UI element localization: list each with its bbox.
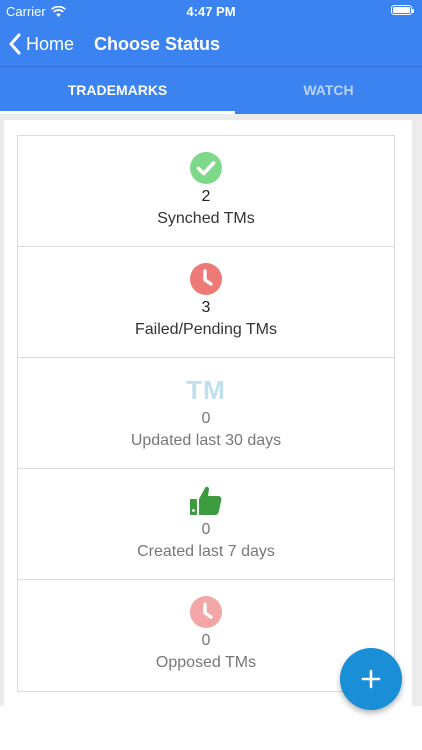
clock-icon <box>190 596 222 628</box>
status-count: 3 <box>201 299 211 316</box>
tab-watch[interactable]: WATCH <box>235 67 422 114</box>
back-button[interactable]: Home <box>8 22 74 66</box>
thumbs-up-icon <box>190 486 222 515</box>
check-circle-icon <box>190 152 222 184</box>
content-area: 2 Synched TMs 3 Failed/Pending TMs TM 0 <box>0 114 422 706</box>
status-card-created[interactable]: 0 Created last 7 days <box>18 469 394 580</box>
status-card-synched[interactable]: 2 Synched TMs <box>18 136 394 247</box>
status-list: 2 Synched TMs 3 Failed/Pending TMs TM 0 <box>17 135 395 692</box>
status-label: Updated last 30 days <box>130 432 282 449</box>
status-count: 0 <box>201 410 211 427</box>
battery-icon <box>391 5 414 15</box>
status-time: 4:47 PM <box>186 4 236 19</box>
bottom-area <box>0 706 422 750</box>
clock-icon <box>190 263 222 295</box>
status-count: 0 <box>201 632 211 649</box>
navigation-bar: Home Choose Status <box>0 22 422 66</box>
add-button[interactable] <box>340 648 402 710</box>
status-label: Created last 7 days <box>137 543 275 560</box>
back-label: Home <box>26 33 75 54</box>
chevron-left-icon <box>9 33 21 55</box>
tm-icon: TM <box>186 375 226 405</box>
status-card-failed-pending[interactable]: 3 Failed/Pending TMs <box>18 247 394 358</box>
status-card-updated[interactable]: TM 0 Updated last 30 days <box>18 358 394 469</box>
tab-bar: TRADEMARKS WATCH <box>0 66 422 114</box>
status-count: 2 <box>201 188 211 205</box>
status-panel: 2 Synched TMs 3 Failed/Pending TMs TM 0 <box>4 120 412 706</box>
status-count: 0 <box>201 521 211 538</box>
status-label: Synched TMs <box>157 210 255 227</box>
status-card-opposed[interactable]: 0 Opposed TMs <box>18 580 394 691</box>
status-label: Opposed TMs <box>155 654 257 671</box>
page-title: Choose Status <box>94 34 221 54</box>
plus-icon <box>361 669 381 689</box>
status-label: Failed/Pending TMs <box>135 321 277 338</box>
status-bar: Carrier 4:47 PM <box>0 0 422 22</box>
tab-trademarks[interactable]: TRADEMARKS <box>0 67 235 114</box>
